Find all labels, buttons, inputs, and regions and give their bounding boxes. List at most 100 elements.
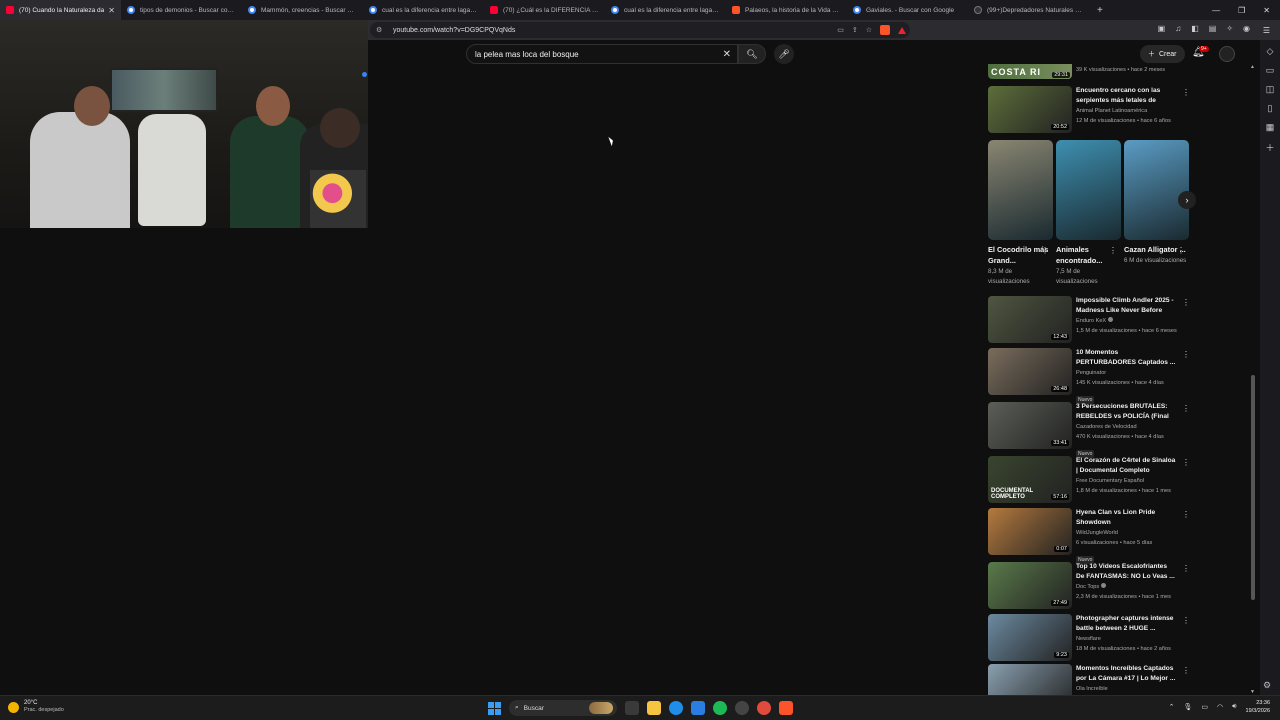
browser-tab[interactable]: cual es la diferencia entre lagarto co	[363, 0, 484, 20]
github-icon[interactable]	[735, 701, 749, 715]
browser-tab[interactable]: cual es la diferencia entre lagarto co	[605, 0, 726, 20]
create-button[interactable]: ＋ Crear	[1140, 45, 1185, 63]
more-options-icon[interactable]: ⋮	[1182, 458, 1190, 467]
video-thumbnail[interactable]: DOCUMENTAL COMPLETO 57:16	[988, 456, 1072, 503]
list-item[interactable]: 9:23 Photographer captures intense battle…	[988, 614, 1190, 662]
video-thumbnail[interactable]: 0:07	[988, 508, 1072, 555]
channel-name[interactable]: Animal Planet Latinoamérica	[1076, 108, 1147, 114]
more-options-icon[interactable]: ⋮	[1182, 298, 1190, 307]
more-options-icon[interactable]: ⋮	[1041, 246, 1049, 255]
video-thumbnail[interactable]: 20:52	[988, 86, 1072, 133]
video-title[interactable]: El Corazón de C4rtel de Sinaloa | Docume…	[1076, 456, 1176, 476]
minimize-icon[interactable]: —	[1212, 6, 1220, 15]
display-icon[interactable]: ▭	[1201, 703, 1208, 711]
list-item[interactable]: DOCUMENTAL COMPLETO 57:16 El Corazón de C4…	[988, 456, 1190, 504]
short-thumbnail[interactable]	[1124, 140, 1189, 240]
list-item[interactable]: 26:48 10 Momentos PERTURBADORES Captados …	[988, 348, 1190, 404]
shorts-next-icon[interactable]: ›	[1178, 191, 1196, 209]
short-thumbnail[interactable]	[988, 140, 1053, 240]
channel-name[interactable]: Cazadores de Velocidad	[1076, 424, 1137, 430]
channel-name[interactable]: Doc Tops	[1076, 584, 1099, 590]
more-options-icon[interactable]: ⋮	[1182, 616, 1190, 625]
playlist-panel-icon[interactable]: ▦	[1266, 122, 1275, 133]
chrome-icon[interactable]	[757, 701, 771, 715]
scroll-up-icon[interactable]: ▲	[1250, 64, 1255, 70]
clock[interactable]: 23:36 19/3/2026	[1246, 699, 1270, 715]
vpn-icon[interactable]: ◉	[1243, 24, 1250, 33]
menu-icon[interactable]: ☰	[1263, 26, 1270, 35]
start-windows-icon[interactable]	[488, 701, 501, 715]
weather-widget[interactable]: 20°C Prac. despejado	[8, 700, 64, 714]
list-item[interactable]: 27:49 Top 10 Videos Escalofriantes De FAN…	[988, 562, 1190, 610]
avatar[interactable]	[1219, 46, 1235, 62]
more-options-icon[interactable]: ⋮	[1182, 564, 1190, 573]
sidebar-toggle-icon[interactable]: ▣	[1158, 24, 1166, 33]
video-thumbnail[interactable]: COSTA RI 29:31	[988, 64, 1072, 79]
task-view-icon[interactable]	[625, 701, 639, 715]
more-options-icon[interactable]: ⋮	[1177, 246, 1185, 255]
channel-name[interactable]: Ola Increíble	[1076, 686, 1108, 692]
bookmark-icon[interactable]: ☆	[866, 26, 872, 34]
history-panel-icon[interactable]: ◫	[1266, 84, 1275, 95]
address-bar[interactable]: ⚙ youtube.com/watch?v=DG9CPQVqNds ▭ ⇪ ☆	[370, 22, 910, 38]
video-title[interactable]: Top 10 Videos Escalofriantes De FANTASMA…	[1076, 562, 1176, 582]
video-title[interactable]: Momentos Increíbles Captados por La Cáma…	[1076, 664, 1176, 684]
wallet-icon[interactable]: ▤	[1209, 24, 1217, 33]
share-icon[interactable]: ⇪	[852, 26, 858, 34]
short-thumbnail[interactable]	[1056, 140, 1121, 240]
scrollbar[interactable]	[1251, 375, 1255, 600]
more-options-icon[interactable]: ⋮	[1182, 350, 1190, 359]
browser-tab[interactable]: Gaviales. - Buscar con Google	[847, 0, 968, 20]
video-title[interactable]: 3 Persecuciones BRUTALES: REBELDES vs PO…	[1076, 402, 1176, 422]
network-icon[interactable]: ◠	[1217, 703, 1223, 711]
browser-tab[interactable]: (70) Cuando la Naturaleza da ✕	[0, 0, 121, 20]
more-options-icon[interactable]: ⋮	[1182, 510, 1190, 519]
add-panel-icon[interactable]: ＋	[1265, 141, 1274, 154]
bookmarks-panel-icon[interactable]: ▯	[1268, 103, 1273, 114]
channel-name[interactable]: WildJungleWorld	[1076, 530, 1118, 536]
list-item[interactable]: 20:52 Encuentro cercano con las serpiente…	[988, 86, 1190, 134]
reading-list-icon[interactable]: ▭	[1266, 65, 1275, 76]
browser-tab[interactable]: tipos de demonios - Buscar con Goo	[121, 0, 242, 20]
list-item[interactable]: 33:41 3 Persecuciones BRUTALES: REBELDES …	[988, 402, 1190, 458]
clear-search-icon[interactable]: ✕	[723, 49, 731, 60]
search-input[interactable]: la pelea mas loca del bosque ✕	[466, 44, 738, 64]
channel-name[interactable]: Newsflare	[1076, 636, 1101, 642]
channel-name[interactable]: Enduro KeX	[1076, 318, 1106, 324]
browser-tab[interactable]: Palaeos, la historia de la Vida en la T	[726, 0, 847, 20]
video-title[interactable]: Hyena Clan vs Lion Pride Showdown #Tags#…	[1076, 508, 1176, 528]
leo-panel-icon[interactable]: ◇	[1267, 46, 1274, 57]
spotify-icon[interactable]	[713, 701, 727, 715]
list-item[interactable]: 0:07 Hyena Clan vs Lion Pride Showdown #T…	[988, 508, 1190, 564]
more-options-icon[interactable]: ⋮	[1182, 404, 1190, 413]
file-explorer-icon[interactable]	[647, 701, 661, 715]
channel-name[interactable]: Free Documentary Español	[1076, 478, 1144, 484]
more-options-icon[interactable]: ⋮	[1182, 666, 1190, 675]
brave-icon[interactable]	[779, 701, 793, 715]
video-title[interactable]: Impossible Climb Andler 2025 - Madness L…	[1076, 296, 1176, 316]
list-item[interactable]: 12:43 Impossible Climb Andler 2025 - Madn…	[988, 296, 1190, 344]
video-title[interactable]: Encuentro cercano con las serpientes más…	[1076, 86, 1176, 106]
more-options-icon[interactable]: ⋮	[1182, 88, 1190, 97]
video-thumbnail[interactable]: 12:43	[988, 296, 1072, 343]
brave-rewards-icon[interactable]	[898, 26, 906, 34]
microphone-icon[interactable]: 🎙︎	[1183, 703, 1192, 711]
video-thumbnail[interactable]: 33:41	[988, 402, 1072, 449]
more-options-icon[interactable]: ⋮	[1109, 246, 1117, 255]
leo-ai-icon[interactable]: ✧	[1226, 24, 1233, 33]
browser-tab[interactable]: (70) ¿Cuál es la DIFERENCIA entre CO	[484, 0, 605, 20]
store-icon[interactable]	[691, 701, 705, 715]
site-info-icon[interactable]: ⚙	[376, 26, 384, 34]
search-button[interactable]: 🔍︎	[738, 44, 766, 64]
browser-tab[interactable]: Mammón, creencias - Buscar con Go	[242, 0, 363, 20]
brave-shields-icon[interactable]	[880, 25, 890, 35]
close-tab-icon[interactable]: ✕	[108, 6, 115, 15]
video-title[interactable]: 10 Momentos PERTURBADORES Captados ...	[1076, 348, 1176, 368]
settings-gear-icon[interactable]: ⚙	[1263, 680, 1271, 691]
install-app-icon[interactable]: ▭	[837, 26, 844, 34]
split-view-icon[interactable]: ◧	[1191, 24, 1199, 33]
video-thumbnail[interactable]: 26:48	[988, 348, 1072, 395]
edge-icon[interactable]	[669, 701, 683, 715]
voice-search-button[interactable]: 🎤︎	[774, 44, 794, 64]
video-title[interactable]: Photographer captures intense battle bet…	[1076, 614, 1176, 634]
